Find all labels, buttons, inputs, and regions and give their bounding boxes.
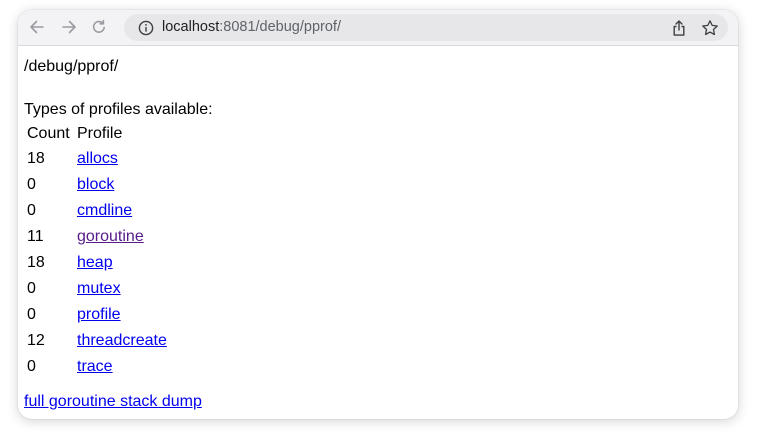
table-row: 12 threadcreate: [26, 329, 168, 353]
profile-count: 0: [27, 358, 36, 375]
arrow-right-icon[interactable]: [58, 16, 80, 38]
address-bar[interactable]: localhost:8081/debug/pprof/: [124, 14, 728, 41]
profile-link-mutex[interactable]: mutex: [77, 280, 121, 297]
profile-link-heap[interactable]: heap: [77, 254, 113, 271]
profile-count: 18: [27, 150, 45, 167]
table-row: 0 profile: [26, 303, 168, 327]
url-path: :8081/debug/pprof/: [219, 19, 341, 35]
profile-link-block[interactable]: block: [77, 176, 114, 193]
profiles-table: Count Profile 18 allocs 0 block 0 cmdlin…: [24, 121, 170, 381]
profile-cell: trace: [76, 355, 168, 379]
profile-link-threadcreate[interactable]: threadcreate: [77, 332, 167, 349]
profile-count: 0: [27, 176, 36, 193]
table-row: 0 mutex: [26, 277, 168, 301]
count-header: Count: [27, 125, 70, 142]
table-row: 18 allocs: [26, 147, 168, 171]
info-icon[interactable]: [137, 19, 154, 36]
profile-count: 18: [27, 254, 45, 271]
stack-dump-container: full goroutine stack dump: [24, 392, 202, 412]
profile-count: 0: [27, 280, 36, 297]
types-label: Types of profiles available:: [24, 101, 213, 118]
table-row: 0 trace: [26, 355, 168, 379]
profile-link-profile[interactable]: profile: [77, 306, 121, 323]
profile-link-allocs[interactable]: allocs: [77, 150, 118, 167]
profile-cell: heap: [76, 251, 168, 275]
profile-cell: profile: [76, 303, 168, 327]
table-row: 11 goroutine: [26, 225, 168, 249]
table-row: 0 block: [26, 173, 168, 197]
profile-link-trace[interactable]: trace: [77, 358, 113, 375]
profile-header: Profile: [77, 125, 123, 142]
table-row: 18 heap: [26, 251, 168, 275]
profile-link-goroutine[interactable]: goroutine: [77, 228, 144, 245]
profile-count: 0: [27, 306, 36, 323]
profile-count: 11: [27, 228, 44, 245]
profile-count: 12: [27, 332, 45, 349]
browser-toolbar: localhost:8081/debug/pprof/: [18, 10, 738, 46]
profile-cell: allocs: [76, 147, 168, 171]
profile-link-cmdline[interactable]: cmdline: [77, 202, 132, 219]
reload-icon[interactable]: [88, 16, 110, 38]
table-header-row: Count Profile: [26, 123, 168, 145]
profile-cell: block: [76, 173, 168, 197]
url-host: localhost: [162, 19, 220, 35]
profile-cell: mutex: [76, 277, 168, 301]
profile-count: 0: [27, 202, 36, 219]
share-icon[interactable]: [669, 18, 689, 38]
profiles-table-body: 18 allocs 0 block 0 cmdline 11 goroutine…: [26, 147, 168, 379]
url-text[interactable]: localhost:8081/debug/pprof/: [162, 19, 341, 36]
star-icon[interactable]: [700, 18, 720, 38]
profile-cell: goroutine: [76, 225, 168, 249]
table-row: 0 cmdline: [26, 199, 168, 223]
profile-cell: cmdline: [76, 199, 168, 223]
arrow-left-icon[interactable]: [26, 16, 48, 38]
full-goroutine-stack-dump-link[interactable]: full goroutine stack dump: [24, 393, 202, 410]
browser-window: localhost:8081/debug/pprof/ /debug/pprof…: [18, 10, 738, 419]
page-title: /debug/pprof/: [24, 58, 119, 75]
profile-cell: threadcreate: [76, 329, 168, 353]
